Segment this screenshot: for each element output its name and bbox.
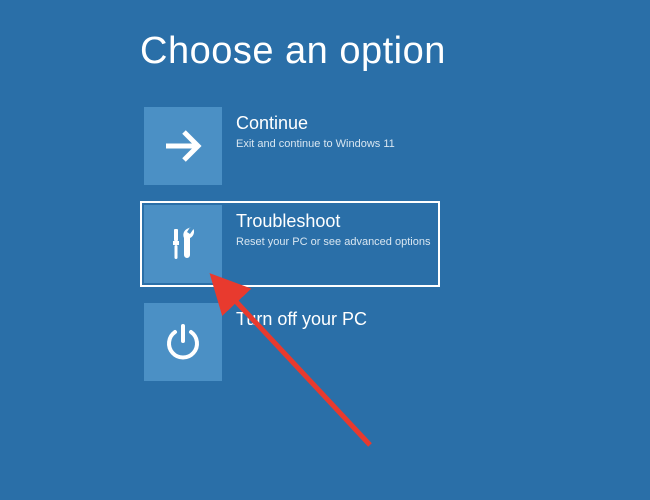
option-title: Troubleshoot	[236, 211, 436, 233]
option-desc: Exit and continue to Windows 11	[236, 137, 436, 151]
option-text: Troubleshoot Reset your PC or see advanc…	[222, 205, 436, 249]
option-continue[interactable]: Continue Exit and continue to Windows 11	[140, 103, 440, 189]
option-turn-off[interactable]: Turn off your PC	[140, 299, 440, 385]
option-troubleshoot[interactable]: Troubleshoot Reset your PC or see advanc…	[140, 201, 440, 287]
page-title: Choose an option	[140, 30, 650, 73]
recovery-menu: Choose an option Continue Exit and conti…	[0, 0, 650, 385]
option-desc: Reset your PC or see advanced options	[236, 235, 436, 249]
option-text: Turn off your PC	[222, 303, 436, 331]
tools-icon	[144, 205, 222, 283]
option-title: Continue	[236, 113, 436, 135]
option-text: Continue Exit and continue to Windows 11	[222, 107, 436, 151]
power-icon	[144, 303, 222, 381]
option-title: Turn off your PC	[236, 309, 436, 331]
arrow-right-icon	[144, 107, 222, 185]
